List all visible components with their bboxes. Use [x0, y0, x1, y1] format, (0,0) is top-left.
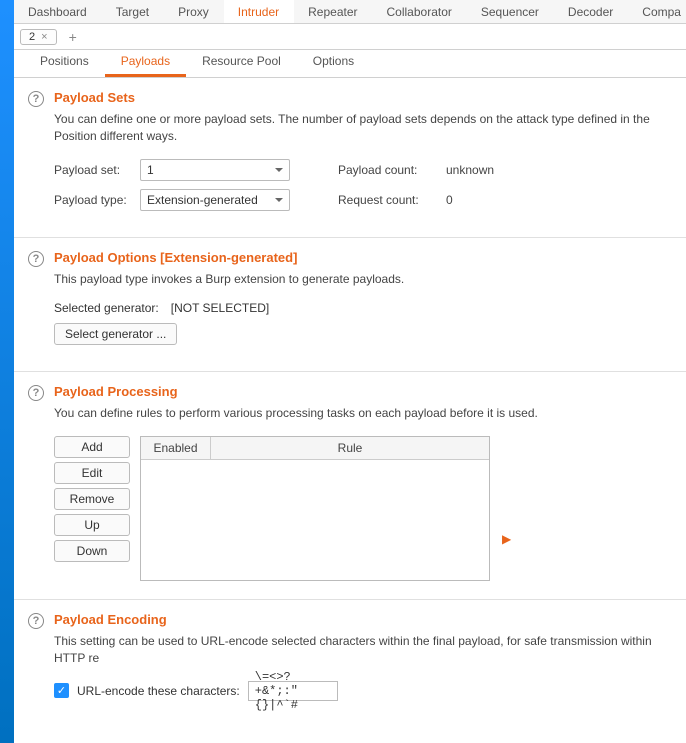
payload-set-select[interactable]: 1	[140, 159, 290, 181]
request-count-label: Request count:	[338, 193, 438, 207]
attack-tab-2[interactable]: 2 ×	[20, 29, 57, 45]
select-generator-button[interactable]: Select generator ...	[54, 323, 177, 345]
col-enabled[interactable]: Enabled	[141, 437, 211, 459]
tab-sequencer[interactable]: Sequencer	[467, 0, 554, 23]
help-icon[interactable]: ?	[28, 613, 44, 629]
attack-tab-label: 2	[29, 31, 35, 43]
tab-comparer[interactable]: Compa	[628, 0, 686, 23]
help-icon[interactable]: ?	[28, 385, 44, 401]
tab-collaborator[interactable]: Collaborator	[373, 0, 467, 23]
payload-processing-desc: You can define rules to perform various …	[54, 405, 672, 422]
col-rule[interactable]: Rule	[211, 437, 489, 459]
add-tab-button[interactable]: +	[69, 29, 77, 45]
payload-type-label: Payload type:	[54, 193, 132, 207]
payload-options-title: Payload Options [Extension-generated]	[54, 250, 672, 265]
attack-tabs-row: 2 × +	[14, 24, 686, 50]
payload-type-select[interactable]: Extension-generated	[140, 189, 290, 211]
tab-dashboard[interactable]: Dashboard	[14, 0, 102, 23]
tab-resource-pool[interactable]: Resource Pool	[186, 48, 297, 77]
down-rule-button[interactable]: Down	[54, 540, 130, 562]
remove-rule-button[interactable]: Remove	[54, 488, 130, 510]
tab-intruder[interactable]: Intruder	[224, 0, 294, 23]
url-encode-checkbox[interactable]: ✓	[54, 683, 69, 698]
selected-generator-label: Selected generator:	[54, 301, 159, 315]
up-rule-button[interactable]: Up	[54, 514, 130, 536]
url-encode-chars-input[interactable]: \=<>?+&*;:"{}|^`#	[248, 681, 338, 701]
payload-encoding-desc: This setting can be used to URL-encode s…	[54, 633, 672, 667]
payload-count-value: unknown	[446, 163, 494, 177]
section-payload-encoding: ? Payload Encoding This setting can be u…	[14, 600, 686, 719]
section-payload-processing: ? Payload Processing You can define rule…	[14, 372, 686, 600]
edit-rule-button[interactable]: Edit	[54, 462, 130, 484]
section-payload-options: ? Payload Options [Extension-generated] …	[14, 238, 686, 373]
selected-generator-value: [NOT SELECTED]	[171, 301, 269, 315]
top-tabs: Dashboard Target Proxy Intruder Repeater…	[14, 0, 686, 24]
help-icon[interactable]: ?	[28, 91, 44, 107]
section-payload-sets: ? Payload Sets You can define one or mor…	[14, 78, 686, 238]
add-rule-button[interactable]: Add	[54, 436, 130, 458]
payload-processing-title: Payload Processing	[54, 384, 672, 399]
tab-repeater[interactable]: Repeater	[294, 0, 372, 23]
url-encode-label: URL-encode these characters:	[77, 684, 240, 698]
tab-target[interactable]: Target	[102, 0, 164, 23]
payload-set-label: Payload set:	[54, 163, 132, 177]
tab-proxy[interactable]: Proxy	[164, 0, 224, 23]
payload-encoding-title: Payload Encoding	[54, 612, 672, 627]
tab-options[interactable]: Options	[297, 48, 370, 77]
payload-options-desc: This payload type invokes a Burp extensi…	[54, 271, 672, 288]
payload-count-label: Payload count:	[338, 163, 438, 177]
rules-table[interactable]: Enabled Rule	[140, 436, 490, 581]
tab-payloads[interactable]: Payloads	[105, 48, 186, 77]
intruder-inner-tabs: Positions Payloads Resource Pool Options	[14, 50, 686, 78]
payload-sets-title: Payload Sets	[54, 90, 672, 105]
close-icon[interactable]: ×	[41, 31, 47, 43]
tab-decoder[interactable]: Decoder	[554, 0, 628, 23]
expand-arrow-icon[interactable]: ▶	[502, 532, 511, 546]
payload-sets-desc: You can define one or more payload sets.…	[54, 111, 672, 145]
tab-positions[interactable]: Positions	[24, 48, 105, 77]
help-icon[interactable]: ?	[28, 251, 44, 267]
request-count-value: 0	[446, 193, 453, 207]
